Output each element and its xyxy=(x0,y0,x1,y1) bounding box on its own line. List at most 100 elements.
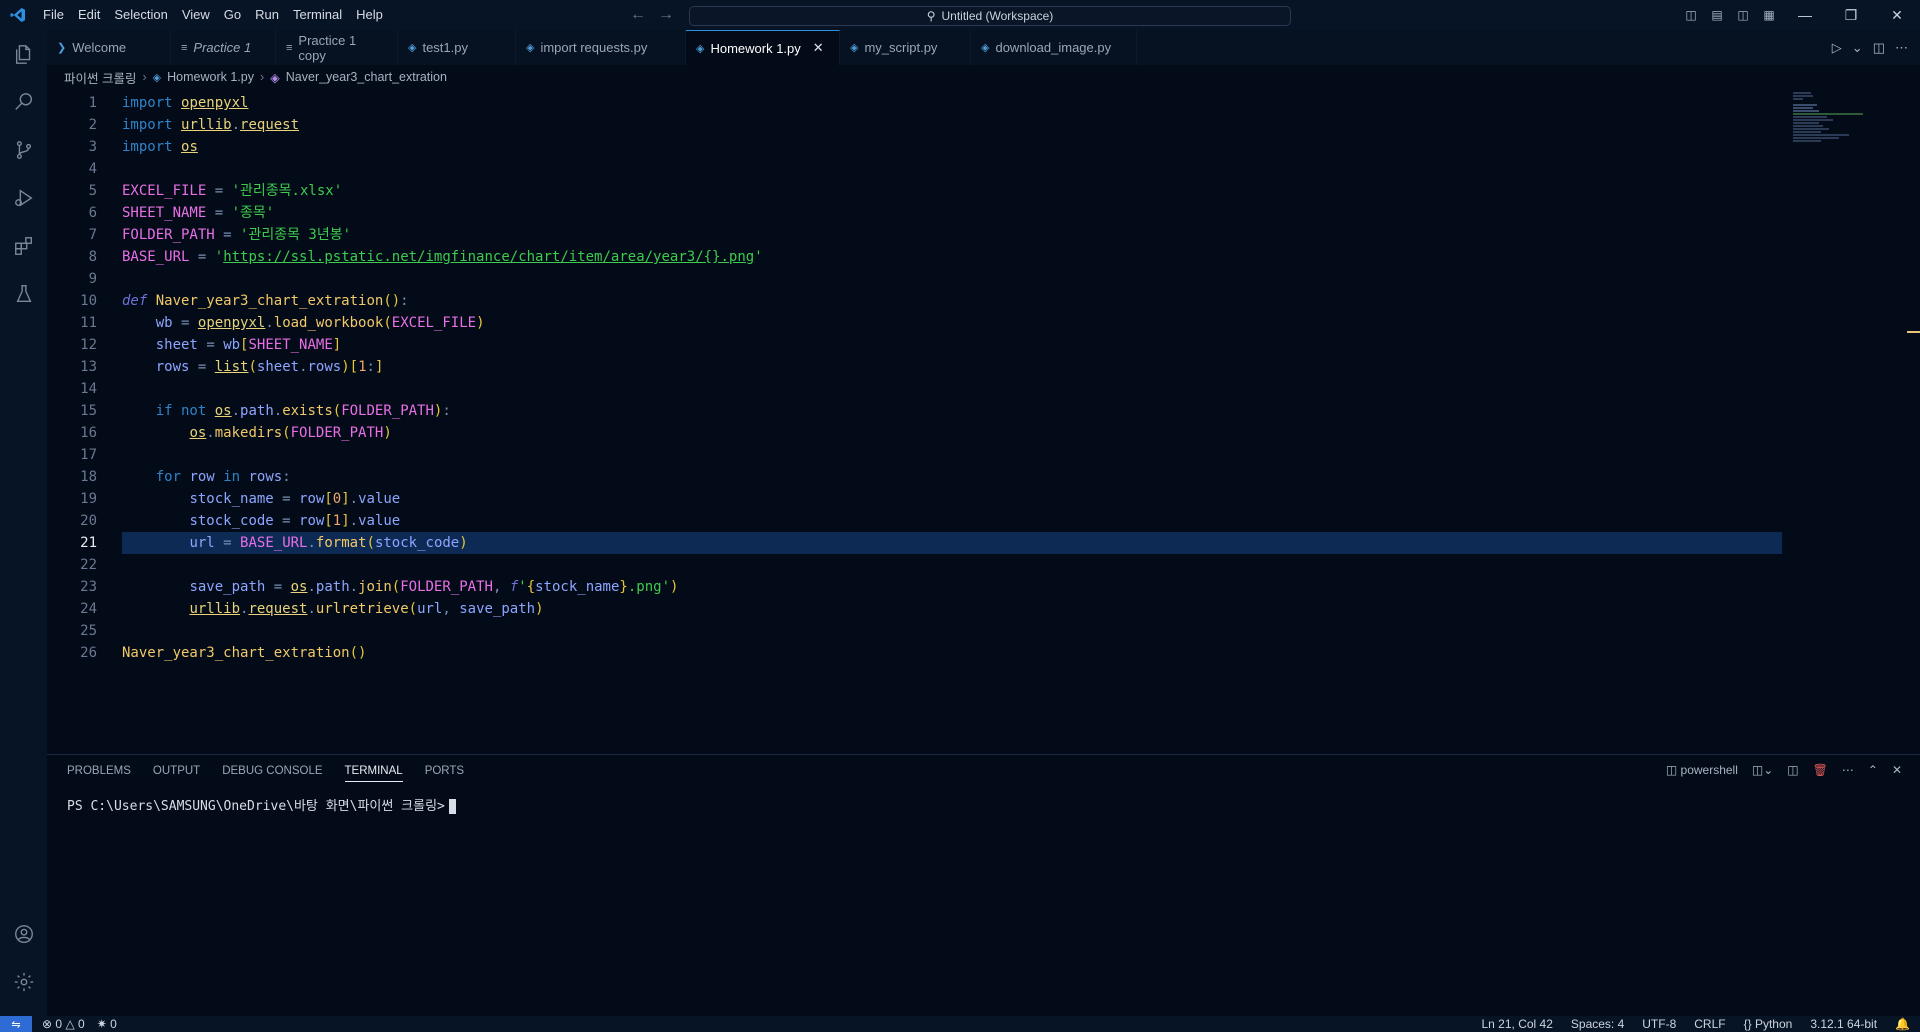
tab-output[interactable]: OUTPUT xyxy=(153,765,200,782)
tab-test1[interactable]: ◈ test1.py xyxy=(398,30,516,65)
breadcrumb-symbol[interactable]: Naver_year3_chart_extration xyxy=(286,70,447,84)
code-editor[interactable]: 1 import openpyxl 2 import urllib.request … xyxy=(47,92,1787,664)
terminal-output[interactable]: PS C:\Users\SAMSUNG\OneDrive\바탕 화면\파이썬 크… xyxy=(67,795,456,814)
indentation[interactable]: Spaces: 4 xyxy=(1571,1017,1624,1031)
menu-view[interactable]: View xyxy=(175,0,217,30)
extensions-icon[interactable] xyxy=(0,222,47,270)
code-line: 26 Naver_year3_chart_extration() xyxy=(47,642,1787,664)
tab-welcome[interactable]: ❯ Welcome xyxy=(47,30,171,65)
toggle-primary-sidebar-icon[interactable]: ◫ xyxy=(1678,0,1704,30)
line-number: 26 xyxy=(80,645,97,661)
breadcrumb-file[interactable]: Homework 1.py xyxy=(167,70,254,84)
remote-indicator-icon[interactable]: ⇋ xyxy=(0,1016,32,1032)
more-actions-icon[interactable]: ⋯ xyxy=(1842,763,1854,777)
minimap-line xyxy=(1793,107,1813,109)
minimap-line xyxy=(1793,98,1803,100)
code-line-text: BASE_URL = 'https://ssl.pstatic.net/imgf… xyxy=(122,249,763,265)
warning-count: 0 xyxy=(78,1017,85,1031)
accounts-icon[interactable] xyxy=(0,910,47,958)
settings-gear-icon[interactable] xyxy=(0,958,47,1006)
python-file-icon: ◈ xyxy=(408,42,417,54)
menu-selection[interactable]: Selection xyxy=(107,0,174,30)
minimap-line xyxy=(1793,134,1849,136)
more-actions-icon[interactable]: ⋯ xyxy=(1895,40,1908,56)
ports-count: 0 xyxy=(110,1017,117,1031)
toggle-panel-icon[interactable]: ▤ xyxy=(1704,0,1730,30)
code-line: 17 xyxy=(47,444,1787,466)
minimap[interactable] xyxy=(1793,92,1873,152)
menu-go[interactable]: Go xyxy=(217,0,248,30)
code-line-text: def Naver_year3_chart_extration(): xyxy=(122,293,409,309)
explorer-icon[interactable] xyxy=(0,30,47,78)
code-line: 7 FOLDER_PATH = '관리종목 3년봉' xyxy=(47,224,1787,246)
menu-run[interactable]: Run xyxy=(248,0,286,30)
back-arrow-icon[interactable]: ← xyxy=(630,6,646,24)
error-icon: ⊗ xyxy=(42,1017,53,1031)
menu-edit[interactable]: Edit xyxy=(71,0,107,30)
encoding[interactable]: UTF-8 xyxy=(1642,1017,1676,1031)
language-mode[interactable]: {} Python xyxy=(1744,1017,1793,1031)
line-number: 6 xyxy=(88,205,97,221)
split-terminal-icon[interactable]: ◫ xyxy=(1787,763,1798,777)
python-interpreter[interactable]: 3.12.1 64-bit xyxy=(1810,1017,1877,1031)
tab-ports[interactable]: PORTS xyxy=(425,765,464,782)
cursor-position[interactable]: Ln 21, Col 42 xyxy=(1482,1017,1553,1031)
minimize-button[interactable]: — xyxy=(1782,0,1828,30)
close-icon[interactable]: ✕ xyxy=(813,40,824,56)
code-line-text: import openpyxl xyxy=(122,95,249,111)
restore-button[interactable]: ❐ xyxy=(1828,0,1874,30)
run-debug-icon[interactable] xyxy=(0,174,47,222)
terminal-shell-item[interactable]: ◫ powershell xyxy=(1666,763,1738,777)
tab-problems[interactable]: PROBLEMS xyxy=(67,765,131,782)
code-line-text: import urllib.request xyxy=(122,117,300,133)
tab-import-requests[interactable]: ◈ import requests.py xyxy=(516,30,686,65)
code-line: 23 save_path = os.path.join(FOLDER_PATH,… xyxy=(47,576,1787,598)
new-terminal-dropdown-icon[interactable]: ◫⌄ xyxy=(1752,763,1773,777)
status-left: ⊗ 0 △ 0 ✷ 0 xyxy=(32,1017,117,1031)
code-line: 10 def Naver_year3_chart_extration(): xyxy=(47,290,1787,312)
menu-bar: File Edit Selection View Go Run Terminal… xyxy=(36,0,390,30)
code-line-text: urllib.request.urlretrieve(url, save_pat… xyxy=(189,601,544,617)
menu-file[interactable]: File xyxy=(36,0,71,30)
toggle-secondary-sidebar-icon[interactable]: ◫ xyxy=(1730,0,1756,30)
source-control-icon[interactable] xyxy=(0,126,47,174)
tab-debug-console[interactable]: DEBUG CONSOLE xyxy=(222,765,322,782)
tab-my-script[interactable]: ◈ my_script.py xyxy=(840,30,971,65)
tab-terminal[interactable]: TERMINAL xyxy=(344,765,403,782)
search-icon[interactable] xyxy=(0,78,47,126)
minimap-line xyxy=(1793,92,1811,94)
tab-homework-1[interactable]: ◈ Homework 1.py ✕ xyxy=(686,30,840,65)
python-file-icon: ◈ xyxy=(526,42,535,54)
code-line-text: os.makedirs(FOLDER_PATH) xyxy=(189,425,392,441)
command-center[interactable]: ⚲ Untitled (Workspace) xyxy=(689,6,1291,26)
tab-label: my_script.py xyxy=(864,40,938,55)
tab-label: download_image.py xyxy=(995,40,1112,55)
menu-terminal[interactable]: Terminal xyxy=(286,0,349,30)
customize-layout-icon[interactable]: ▦ xyxy=(1756,0,1782,30)
forward-arrow-icon[interactable]: → xyxy=(658,6,674,24)
code-line-text: sheet = wb[SHEET_NAME] xyxy=(155,337,342,353)
maximize-panel-icon[interactable]: ⌃ xyxy=(1868,763,1878,777)
tab-practice-1[interactable]: ≡ Practice 1 xyxy=(171,30,276,65)
terminal-cursor xyxy=(448,799,456,814)
testing-icon[interactable] xyxy=(0,270,47,318)
code-line-text: rows = list(sheet.rows)[1:] xyxy=(155,359,384,375)
end-of-line[interactable]: CRLF xyxy=(1694,1017,1725,1031)
close-window-button[interactable]: ✕ xyxy=(1874,0,1920,30)
close-panel-icon[interactable]: ✕ xyxy=(1892,763,1902,777)
problems-status[interactable]: ⊗ 0 △ 0 xyxy=(42,1017,85,1031)
ports-status[interactable]: ✷ 0 xyxy=(97,1017,117,1031)
code-line: 4 xyxy=(47,158,1787,180)
run-file-icon[interactable]: ▷ xyxy=(1832,40,1842,56)
minimap-line xyxy=(1793,104,1817,106)
code-line: 1 import openpyxl xyxy=(47,92,1787,114)
trash-icon[interactable]: 🗑 xyxy=(1813,763,1828,777)
file-icon: ≡ xyxy=(181,41,188,54)
breadcrumb-folder[interactable]: 파이썬 크롤링 xyxy=(64,68,136,87)
tab-practice-1-copy[interactable]: ≡ Practice 1 copy xyxy=(276,30,398,65)
chevron-down-icon[interactable]: ⌄ xyxy=(1852,40,1863,56)
split-editor-icon[interactable]: ◫ xyxy=(1873,40,1885,56)
menu-help[interactable]: Help xyxy=(349,0,390,30)
tab-download-image[interactable]: ◈ download_image.py xyxy=(971,30,1137,65)
bell-icon[interactable]: 🔔 xyxy=(1895,1017,1910,1031)
